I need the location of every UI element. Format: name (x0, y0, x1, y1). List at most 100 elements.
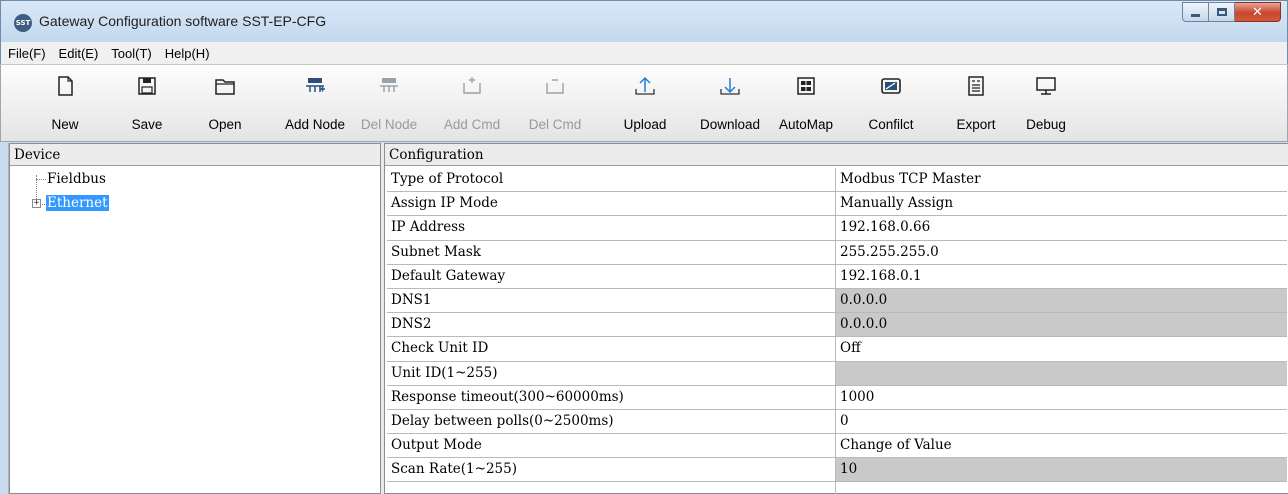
property-name: Output Mode (387, 434, 836, 458)
save-icon (138, 77, 156, 95)
table-row[interactable] (387, 482, 1287, 494)
property-name: DNS1 (387, 288, 836, 313)
table-row[interactable]: Scan Rate(1~255) 10 (387, 458, 1287, 483)
menu-tool[interactable]: Tool(T) (111, 46, 151, 61)
open-label: Open (208, 117, 242, 132)
property-value[interactable]: 192.168.0.1 (836, 265, 1287, 288)
property-value (836, 361, 1287, 385)
del-cmd-button[interactable]: Del Cmd (525, 65, 585, 141)
configuration-panel-header: Configuration (385, 144, 1288, 166)
add-cmd-button[interactable]: Add Cmd (441, 65, 503, 141)
toolbar: New Save Open Add Node Del Node Add Cmd … (0, 64, 1288, 142)
device-panel: Device Fieldbus + Ethernet (9, 143, 381, 494)
automap-button[interactable]: AutoMap (773, 65, 839, 141)
upload-button[interactable]: Upload (615, 65, 675, 141)
add-node-label: Add Node (284, 117, 346, 132)
export-label: Export (956, 117, 996, 132)
menu-file[interactable]: File(F) (8, 46, 46, 61)
automap-label: AutoMap (778, 117, 834, 132)
open-folder-icon (215, 79, 235, 95)
minimize-button[interactable] (1182, 2, 1209, 22)
save-button[interactable]: Save (125, 65, 169, 141)
table-row[interactable]: Delay between polls(0~2500ms) 0 (387, 409, 1287, 435)
configuration-panel: Configuration Type of Protocol Modbus TCP… (384, 143, 1288, 494)
table-row[interactable]: IP Address 192.168.0.66 (387, 216, 1287, 241)
new-label: New (51, 117, 79, 132)
del-node-label: Del Node (360, 117, 418, 132)
upload-icon (635, 76, 655, 95)
conflict-button[interactable]: Confilct (865, 65, 917, 141)
property-value: 0.0.0.0 (836, 288, 1287, 313)
conflict-label: Confilct (868, 117, 914, 132)
maximize-button[interactable] (1209, 2, 1235, 22)
close-button[interactable]: ✕ (1235, 2, 1281, 22)
table-row[interactable]: DNS1 0.0.0.0 (387, 288, 1287, 314)
table-row[interactable]: Assign IP Mode Manually Assign (387, 192, 1287, 217)
download-icon (720, 78, 740, 95)
tree-item-fieldbus[interactable]: Fieldbus (47, 171, 106, 187)
property-name (387, 482, 836, 494)
property-value[interactable]: Change of Value (836, 434, 1287, 457)
expand-plus-icon[interactable]: + (32, 199, 41, 208)
menu-help[interactable]: Help(H) (165, 46, 210, 61)
property-name: IP Address (387, 216, 836, 240)
property-name: Default Gateway (387, 264, 836, 288)
add-cmd-icon (463, 77, 481, 94)
table-row[interactable]: DNS2 0.0.0.0 (387, 313, 1287, 338)
conflict-icon (881, 78, 901, 94)
property-name: Check Unit ID (387, 337, 836, 361)
close-icon: ✕ (1252, 4, 1263, 20)
export-button[interactable]: Export (951, 65, 1001, 141)
add-cmd-label: Add Cmd (443, 117, 501, 132)
add-node-icon (306, 78, 325, 92)
del-cmd-icon (546, 79, 564, 94)
property-value[interactable]: Modbus TCP Master (836, 168, 1287, 191)
window-title: Gateway Configuration software SST-EP-CF… (39, 13, 327, 29)
table-row[interactable]: Unit ID(1~255) (387, 361, 1287, 386)
table-row[interactable]: Subnet Mask 255.255.255.0 (387, 240, 1287, 265)
window-frame-left (0, 143, 9, 494)
table-row[interactable]: Output Mode Change of Value (387, 434, 1287, 459)
del-node-button[interactable]: Del Node (361, 65, 417, 141)
debug-monitor-icon (1036, 77, 1056, 95)
property-name: Subnet Mask (387, 240, 836, 264)
maximize-icon (1216, 8, 1227, 16)
property-value[interactable]: Off (836, 337, 1287, 360)
device-panel-header: Device (10, 144, 380, 166)
export-icon (968, 76, 984, 96)
title-bar: SST Gateway Configuration software SST-E… (0, 0, 1288, 42)
property-value[interactable] (836, 482, 1287, 494)
debug-button[interactable]: Debug (1021, 65, 1071, 141)
app-logo-icon: SST (14, 14, 32, 32)
table-row[interactable]: Check Unit ID Off (387, 337, 1287, 362)
property-value: 10 (836, 458, 1287, 482)
save-label: Save (131, 117, 163, 132)
menu-edit[interactable]: Edit(E) (59, 46, 99, 61)
property-value[interactable]: 255.255.255.0 (836, 241, 1287, 264)
property-grid: Type of Protocol Modbus TCP Master Assign … (387, 168, 1287, 494)
property-name: Assign IP Mode (387, 192, 836, 216)
property-value[interactable]: 1000 (836, 386, 1287, 409)
table-row[interactable]: Type of Protocol Modbus TCP Master (387, 168, 1287, 193)
table-row[interactable]: Default Gateway 192.168.0.1 (387, 264, 1287, 289)
property-value[interactable]: 0 (836, 410, 1287, 433)
new-button[interactable]: New (43, 65, 87, 141)
tree-item-ethernet[interactable]: Ethernet (46, 195, 109, 211)
property-name: Scan Rate(1~255) (387, 458, 836, 482)
window-controls: ✕ (1182, 2, 1281, 22)
del-cmd-label: Del Cmd (528, 117, 582, 132)
table-row[interactable]: Response timeout(300~60000ms) 1000 (387, 385, 1287, 410)
upload-label: Upload (623, 117, 667, 132)
menu-bar: File(F) Edit(E) Tool(T) Help(H) (0, 42, 1288, 64)
property-name: Type of Protocol (387, 168, 836, 192)
open-button[interactable]: Open (202, 65, 248, 141)
property-value[interactable]: Manually Assign (836, 192, 1287, 215)
property-value[interactable]: 192.168.0.66 (836, 216, 1287, 239)
property-name: Response timeout(300~60000ms) (387, 385, 836, 409)
property-name: DNS2 (387, 313, 836, 337)
minimize-icon (1191, 14, 1200, 17)
debug-label: Debug (1026, 117, 1066, 132)
download-button[interactable]: Download (693, 65, 767, 141)
add-node-button[interactable]: Add Node (278, 65, 352, 141)
property-value: 0.0.0.0 (836, 313, 1287, 337)
